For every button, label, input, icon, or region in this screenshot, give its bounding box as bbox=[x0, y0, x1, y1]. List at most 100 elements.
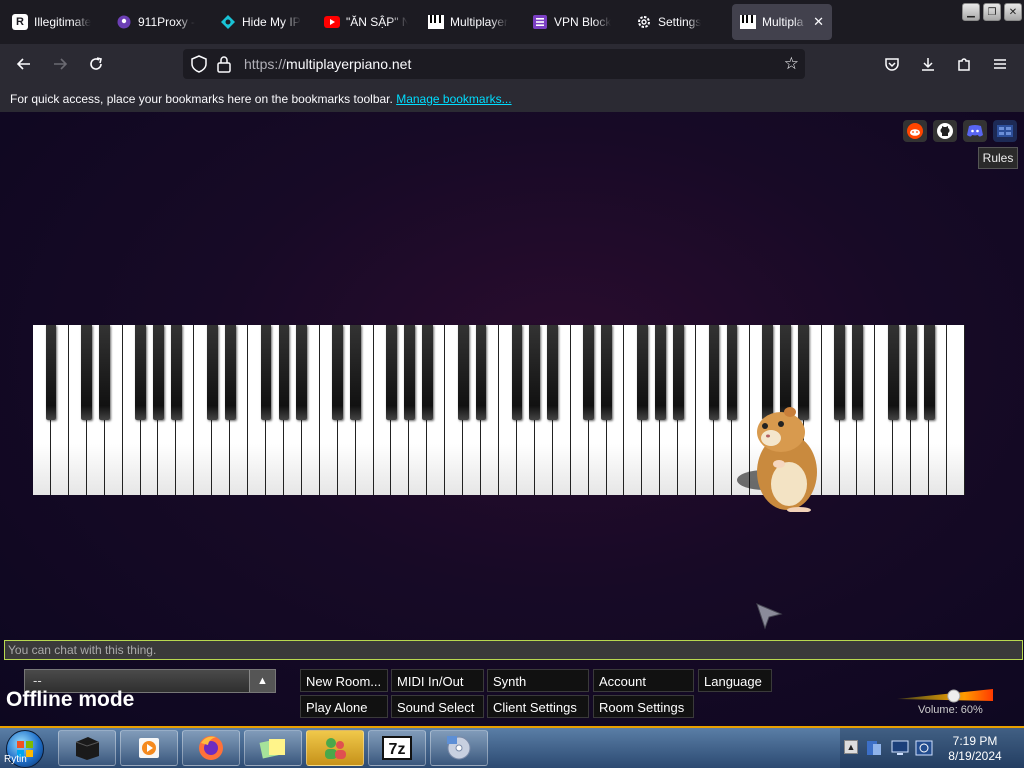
github-button[interactable] bbox=[933, 120, 957, 142]
triangle-up-icon[interactable]: ▲ bbox=[249, 670, 275, 692]
black-key[interactable] bbox=[457, 325, 469, 420]
tab-youtube[interactable]: "ĂN SẬP" N bbox=[316, 4, 416, 40]
account-button[interactable]: Account bbox=[593, 669, 694, 692]
black-key[interactable] bbox=[99, 325, 111, 420]
black-key[interactable] bbox=[887, 325, 899, 420]
taskbar-app-box[interactable] bbox=[58, 730, 116, 766]
synth-button[interactable]: Synth bbox=[487, 669, 589, 692]
piano-keyboard[interactable] bbox=[33, 325, 965, 495]
rules-tooltip[interactable]: Rules bbox=[978, 147, 1018, 169]
start-label: Rytin bbox=[4, 754, 27, 765]
reddit-button[interactable] bbox=[903, 120, 927, 142]
tab-settings[interactable]: Settings bbox=[628, 4, 728, 40]
black-key[interactable] bbox=[45, 325, 57, 420]
black-key[interactable] bbox=[923, 325, 935, 420]
url-text[interactable]: https://multiplayerpiano.net bbox=[244, 56, 411, 72]
restore-window-button[interactable]: ❐ bbox=[983, 3, 1001, 21]
volume-control[interactable]: Volume: 60% bbox=[895, 687, 995, 717]
url-host: multiplayerpiano.net bbox=[286, 56, 412, 72]
back-button[interactable] bbox=[12, 52, 36, 76]
tab-911proxy[interactable]: 911Proxy - bbox=[108, 4, 212, 40]
taskbar-app-disc[interactable] bbox=[430, 730, 488, 766]
offline-mode-label: Offline mode bbox=[6, 688, 135, 711]
network-icon[interactable] bbox=[864, 738, 884, 758]
black-key[interactable] bbox=[583, 325, 594, 420]
taskbar-app-7zip[interactable]: 7z bbox=[368, 730, 426, 766]
url-protocol: https:// bbox=[244, 56, 287, 72]
black-key[interactable] bbox=[421, 325, 433, 420]
minimize-window-button[interactable]: ▁ bbox=[962, 3, 980, 21]
show-hidden-icons-icon[interactable]: ▲ bbox=[844, 740, 858, 754]
black-key[interactable] bbox=[637, 325, 648, 420]
discord-button[interactable] bbox=[963, 120, 987, 142]
volume-slider[interactable] bbox=[895, 687, 995, 705]
lock-icon[interactable] bbox=[217, 55, 231, 76]
tab-title: VPN Block bbox=[554, 15, 612, 29]
bookmarks-toolbar: For quick access, place your bookmarks h… bbox=[0, 84, 1024, 112]
midi-in-out-button[interactable]: MIDI In/Out bbox=[391, 669, 484, 692]
black-key[interactable] bbox=[350, 325, 361, 420]
black-key[interactable] bbox=[511, 325, 523, 420]
media-player-icon bbox=[139, 738, 159, 758]
black-key[interactable] bbox=[224, 325, 236, 420]
reload-button[interactable] bbox=[84, 52, 108, 76]
black-key[interactable] bbox=[332, 325, 344, 420]
black-key[interactable] bbox=[529, 325, 541, 420]
taskbar-app-firefox[interactable] bbox=[182, 730, 240, 766]
play-alone-button[interactable]: Play Alone bbox=[300, 695, 388, 718]
close-window-button[interactable]: ✕ bbox=[1004, 3, 1022, 21]
pocket-button[interactable] bbox=[880, 52, 904, 76]
taskbar-app-users[interactable] bbox=[306, 730, 364, 766]
bookmarks-hint: For quick access, place your bookmarks h… bbox=[10, 92, 393, 106]
black-key[interactable] bbox=[260, 325, 272, 420]
tab-multiplayer-active[interactable]: Multipla ✕ bbox=[732, 4, 832, 40]
black-key[interactable] bbox=[386, 325, 397, 420]
black-key[interactable] bbox=[672, 325, 684, 420]
tab-illegitimate[interactable]: R Illegitimate bbox=[4, 4, 104, 40]
black-key[interactable] bbox=[81, 325, 93, 420]
tab-hide-my-ip[interactable]: Hide My IP bbox=[212, 4, 312, 40]
menu-button[interactable] bbox=[988, 52, 1012, 76]
black-key[interactable] bbox=[708, 325, 720, 420]
language-flag-button[interactable] bbox=[993, 120, 1017, 142]
security-icon[interactable] bbox=[914, 738, 934, 758]
extensions-button[interactable] bbox=[952, 52, 976, 76]
new-room-button[interactable]: New Room... bbox=[300, 669, 388, 692]
taskbar-app-notes[interactable] bbox=[244, 730, 302, 766]
language-button[interactable]: Language bbox=[698, 669, 772, 692]
black-key[interactable] bbox=[135, 325, 146, 420]
client-settings-button[interactable]: Client Settings bbox=[487, 695, 589, 718]
sound-select-button[interactable]: Sound Select bbox=[391, 695, 484, 718]
bookmark-star-icon[interactable]: ☆ bbox=[784, 54, 799, 74]
black-key[interactable] bbox=[475, 325, 487, 420]
black-key[interactable] bbox=[834, 325, 845, 420]
black-key[interactable] bbox=[404, 325, 415, 420]
tracking-protection-shield-icon[interactable] bbox=[191, 55, 207, 76]
downloads-button[interactable] bbox=[916, 52, 940, 76]
system-clock[interactable]: 7:19 PM 8/19/2024 bbox=[935, 734, 1015, 764]
tab-vpn-block[interactable]: VPN Block bbox=[524, 4, 624, 40]
puzzle-icon bbox=[958, 58, 970, 71]
manage-bookmarks-link[interactable]: Manage bookmarks... bbox=[396, 92, 511, 106]
volume-knob[interactable] bbox=[947, 689, 961, 703]
black-key[interactable] bbox=[601, 325, 612, 420]
taskbar-app-media[interactable] bbox=[120, 730, 178, 766]
black-key[interactable] bbox=[905, 325, 917, 420]
tab-multiplayer[interactable]: Multiplayer bbox=[420, 4, 520, 40]
black-key[interactable] bbox=[547, 325, 559, 420]
black-key[interactable] bbox=[654, 325, 666, 420]
monitor-icon[interactable] bbox=[890, 738, 910, 758]
black-key[interactable] bbox=[153, 325, 164, 420]
forward-button[interactable] bbox=[48, 52, 72, 76]
room-settings-button[interactable]: Room Settings bbox=[593, 695, 694, 718]
url-bar[interactable]: https://multiplayerpiano.net ☆ bbox=[183, 49, 805, 79]
black-key[interactable] bbox=[278, 325, 290, 420]
black-key[interactable] bbox=[296, 325, 308, 420]
navigation-toolbar: https://multiplayerpiano.net ☆ bbox=[0, 44, 1024, 84]
black-key[interactable] bbox=[206, 325, 218, 420]
black-key[interactable] bbox=[171, 325, 182, 420]
white-key[interactable] bbox=[947, 325, 965, 495]
chat-input[interactable]: You can chat with this thing. bbox=[4, 640, 1023, 660]
close-tab-icon[interactable]: ✕ bbox=[813, 14, 824, 30]
black-key[interactable] bbox=[852, 325, 863, 420]
